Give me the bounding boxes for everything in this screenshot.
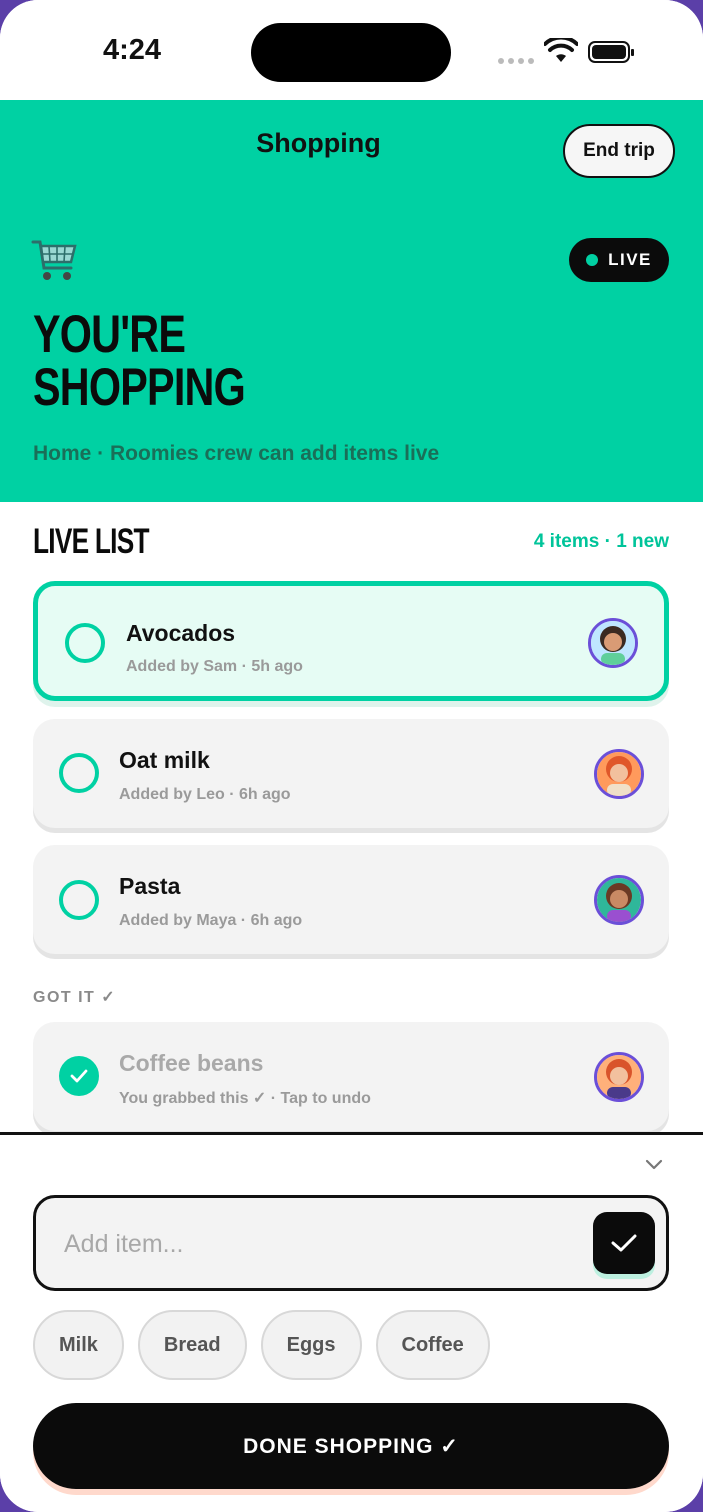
chip-milk[interactable]: Milk [33, 1310, 124, 1380]
list-item-new[interactable]: Avocados Added by Sam · 5h ago [33, 581, 669, 701]
quick-add-chips: Milk Bread Eggs Coffee [33, 1310, 490, 1380]
item-meta: Added by Maya · 6h ago [119, 912, 303, 929]
hero-heading: YOU'RE SHOPPING [33, 308, 345, 414]
add-item-input[interactable] [62, 1218, 586, 1270]
add-item-field [33, 1195, 669, 1291]
battery-icon [588, 41, 634, 63]
check-icon [611, 1234, 637, 1252]
end-trip-button[interactable]: End trip [563, 124, 675, 178]
add-item-sheet: Milk Bread Eggs Coffee DONE SHOPPING ✓ [0, 1132, 703, 1512]
hero-heading-line-2: SHOPPING [33, 358, 246, 417]
page-title: Shopping [256, 128, 381, 158]
status-bar: 4:24 [0, 0, 703, 100]
check-icon [70, 1069, 88, 1083]
shopping-cart-icon [31, 240, 77, 280]
live-list-heading: LIVE LIST [33, 522, 150, 561]
hero-subtitle: Home · Roomies crew can add items live [33, 442, 440, 465]
item-checkbox[interactable] [59, 753, 99, 793]
hero-heading-line-1: YOU'RE [33, 305, 186, 364]
item-name: Coffee beans [119, 1050, 264, 1076]
chip-coffee[interactable]: Coffee [375, 1310, 490, 1380]
wifi-icon [544, 38, 578, 62]
item-checkbox[interactable] [65, 623, 105, 663]
chip-eggs[interactable]: Eggs [260, 1310, 362, 1380]
live-indicator-dot [586, 254, 599, 266]
item-name: Oat milk [119, 747, 210, 773]
hero-banner: Shopping End trip LIVE YOU'RE SHOPPING H… [0, 100, 703, 502]
item-checkbox-checked[interactable] [59, 1056, 99, 1096]
list-item[interactable]: Oat milk Added by Leo · 6h ago [33, 719, 669, 828]
phone-screen: 4:24 Shopping End trip LIVE YOU'RE SHOPP… [0, 0, 703, 1512]
cellular-signal-icon [498, 58, 534, 64]
avatar [594, 749, 644, 799]
list-item-completed[interactable]: Coffee beans You grabbed this ✓ · Tap to… [33, 1022, 669, 1131]
live-badge: LIVE [569, 238, 669, 282]
item-meta: Added by Sam · 5h ago [126, 658, 303, 675]
item-meta: Added by Leo · 6h ago [119, 786, 291, 803]
chevron-down-icon[interactable] [644, 1157, 664, 1171]
item-checkbox[interactable] [59, 880, 99, 920]
item-name: Avocados [126, 620, 236, 646]
done-shopping-button[interactable]: DONE SHOPPING ✓ [33, 1403, 669, 1489]
item-count: 4 items · 1 new [533, 531, 669, 552]
item-name: Pasta [119, 873, 181, 899]
avatar [588, 618, 638, 668]
avatar [594, 875, 644, 925]
got-it-section-label: GOT IT ✓ [33, 989, 117, 1006]
chip-bread[interactable]: Bread [137, 1310, 247, 1380]
avatar [594, 1052, 644, 1102]
status-time: 4:24 [103, 34, 162, 66]
dynamic-island [251, 23, 451, 82]
add-item-button[interactable] [593, 1212, 655, 1274]
list-item[interactable]: Pasta Added by Maya · 6h ago [33, 845, 669, 954]
live-badge-label: LIVE [608, 250, 652, 269]
item-meta: You grabbed this ✓ · Tap to undo [119, 1090, 371, 1107]
